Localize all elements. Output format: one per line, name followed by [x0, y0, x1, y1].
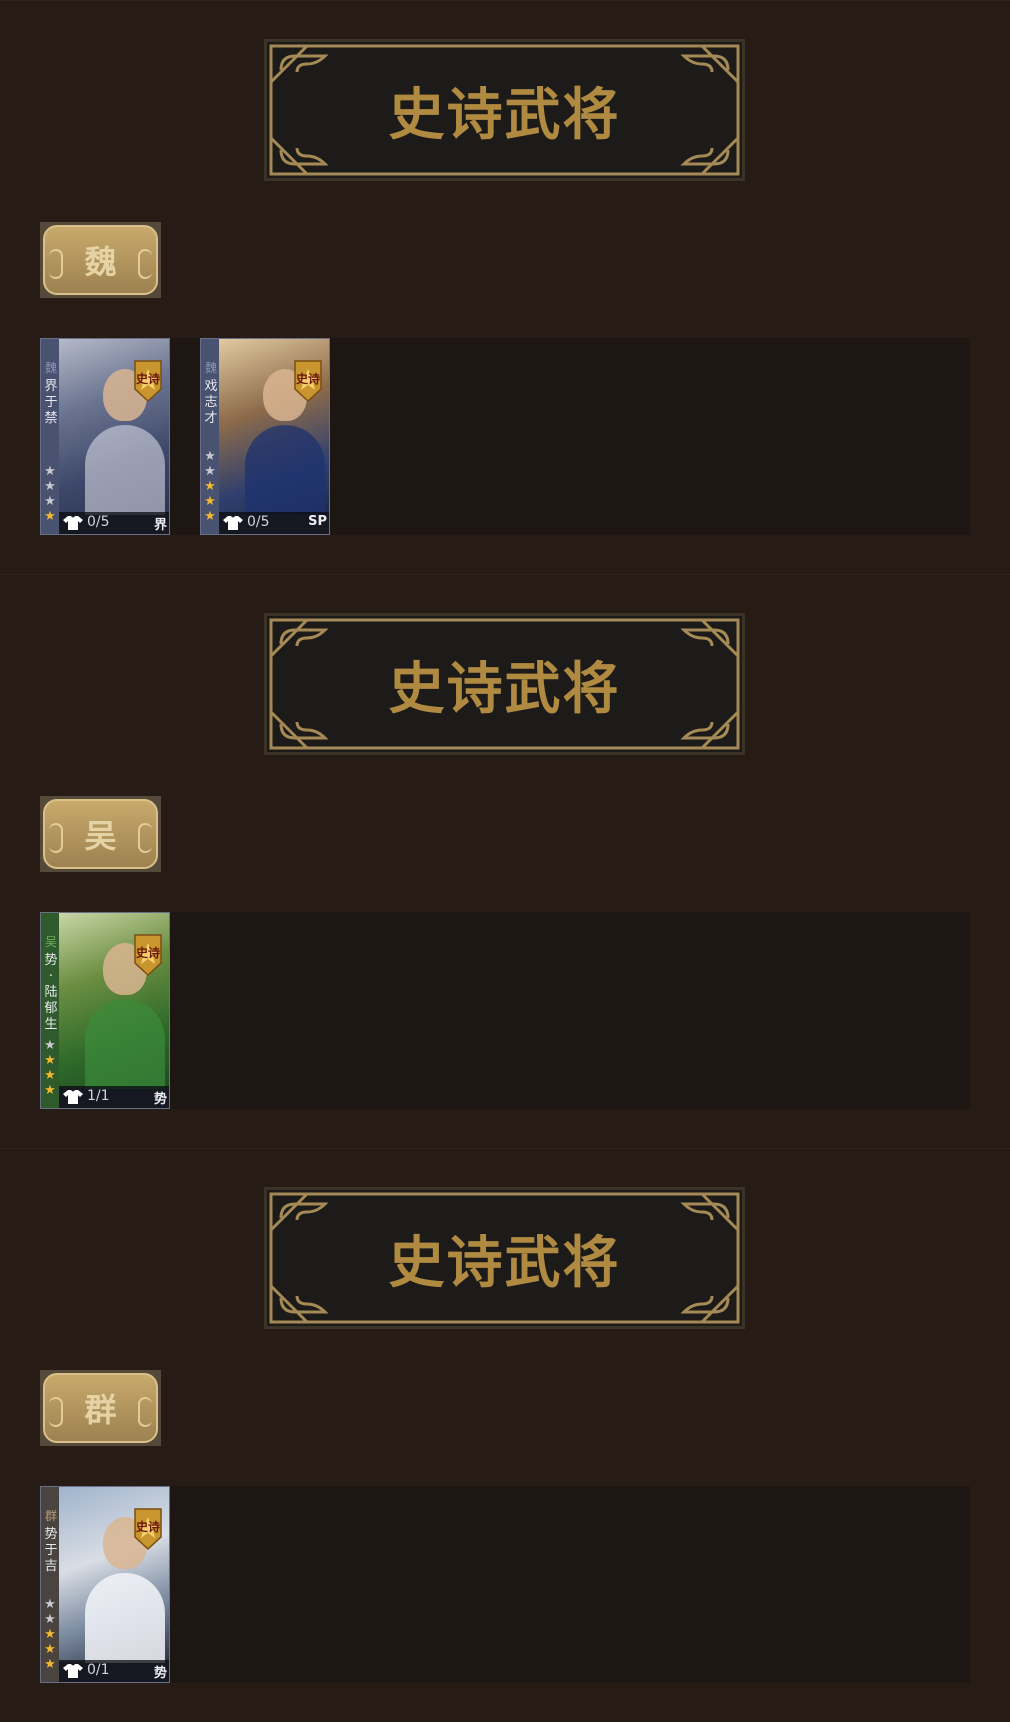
star-icon: ★ — [44, 1053, 56, 1068]
card-type: 势 — [153, 1092, 167, 1107]
card-footer: 0/1 势 — [59, 1660, 169, 1682]
card-footer: 0/5 界 — [59, 512, 169, 534]
card-type: 势 — [153, 1666, 167, 1681]
faction-tab-wei[interactable]: 魏 — [40, 222, 161, 298]
star-icon: ★ — [44, 494, 56, 509]
general-card[interactable]: 吴 势·陆郁生 ★ ★ ★ ★ 史诗 1/1 势 — [40, 912, 170, 1109]
card-faction: 吴 — [44, 935, 57, 949]
star-rating: ★ ★ ★ ★ — [42, 1038, 58, 1098]
card-footer: 1/1 势 — [59, 1086, 169, 1108]
card-faction: 魏 — [204, 361, 217, 375]
card-name: 戏志才 — [204, 379, 218, 426]
banner-title: 史诗武将 — [388, 656, 621, 722]
svg-text:史诗: 史诗 — [136, 945, 160, 960]
star-icon: ★ — [204, 449, 216, 464]
star-icon: ★ — [204, 509, 216, 524]
card-name: 势·陆郁生 — [44, 953, 58, 1032]
star-icon: ★ — [204, 479, 216, 494]
skin-icon — [223, 516, 243, 530]
star-icon: ★ — [44, 1657, 56, 1672]
epic-generals-banner: 史诗武将 — [264, 1187, 745, 1329]
star-icon: ★ — [204, 494, 216, 509]
epic-badge-icon: 史诗 — [134, 360, 162, 403]
faction-tab-qun[interactable]: 群 — [40, 1370, 161, 1446]
skin-count: 0/1 — [87, 1662, 110, 1678]
star-icon: ★ — [44, 1597, 56, 1612]
skin-icon — [63, 1090, 83, 1104]
faction-label: 吴 — [84, 817, 117, 855]
faction-label: 群 — [84, 1391, 117, 1429]
card-list: 魏 界于禁 ★ ★ ★ ★ 史诗 0/5 界 魏 戏志才 ★ ★ ★ ★ ★ 史… — [40, 338, 970, 535]
section-wu: 史诗武将 吴 吴 势·陆郁生 ★ ★ ★ ★ 史诗 1/1 势 — [0, 574, 1010, 1147]
card-faction: 魏 — [44, 361, 57, 375]
skin-icon — [63, 1664, 83, 1678]
star-icon: ★ — [44, 1627, 56, 1642]
skin-icon — [63, 516, 83, 530]
epic-generals-banner: 史诗武将 — [264, 39, 745, 181]
section-wei: 史诗武将 魏 魏 界于禁 ★ ★ ★ ★ 史诗 0/5 界 魏 戏志才 ★ ★ … — [0, 0, 1010, 573]
section-qun: 史诗武将 群 群 势于吉 ★ ★ ★ ★ ★ 史诗 0/1 势 — [0, 1148, 1010, 1721]
skin-count: 1/1 — [87, 1088, 110, 1104]
epic-badge-icon: 史诗 — [134, 1508, 162, 1551]
skin-count: 0/5 — [247, 514, 270, 530]
card-list: 吴 势·陆郁生 ★ ★ ★ ★ 史诗 1/1 势 — [40, 912, 970, 1109]
svg-text:史诗: 史诗 — [136, 371, 160, 386]
star-rating: ★ ★ ★ ★ — [42, 464, 58, 524]
banner-title: 史诗武将 — [388, 82, 621, 148]
general-card[interactable]: 魏 界于禁 ★ ★ ★ ★ 史诗 0/5 界 — [40, 338, 170, 535]
card-name: 界于禁 — [44, 379, 58, 426]
card-list: 群 势于吉 ★ ★ ★ ★ ★ 史诗 0/1 势 — [40, 1486, 970, 1683]
star-rating: ★ ★ ★ ★ ★ — [42, 1597, 58, 1672]
general-card[interactable]: 魏 戏志才 ★ ★ ★ ★ ★ 史诗 0/5 SP — [200, 338, 330, 535]
card-type: SP — [308, 514, 327, 529]
card-name: 势于吉 — [44, 1527, 58, 1574]
banner-title: 史诗武将 — [388, 1230, 621, 1296]
faction-label: 魏 — [84, 243, 117, 281]
star-icon: ★ — [44, 1642, 56, 1657]
skin-count: 0/5 — [87, 514, 110, 530]
star-rating: ★ ★ ★ ★ ★ — [202, 449, 218, 524]
star-icon: ★ — [44, 1612, 56, 1627]
card-type: 界 — [153, 518, 167, 533]
card-faction: 群 — [44, 1509, 57, 1523]
star-icon: ★ — [44, 1083, 56, 1098]
faction-tab-wu[interactable]: 吴 — [40, 796, 161, 872]
star-icon: ★ — [44, 479, 56, 494]
general-card[interactable]: 群 势于吉 ★ ★ ★ ★ ★ 史诗 0/1 势 — [40, 1486, 170, 1683]
svg-text:史诗: 史诗 — [296, 371, 320, 386]
star-icon: ★ — [44, 1038, 56, 1053]
card-footer: 0/5 SP — [219, 512, 329, 534]
epic-badge-icon: 史诗 — [294, 360, 322, 403]
star-icon: ★ — [44, 509, 56, 524]
epic-generals-banner: 史诗武将 — [264, 613, 745, 755]
svg-text:史诗: 史诗 — [136, 1519, 160, 1534]
star-icon: ★ — [44, 1068, 56, 1083]
star-icon: ★ — [44, 464, 56, 479]
star-icon: ★ — [204, 464, 216, 479]
epic-badge-icon: 史诗 — [134, 934, 162, 977]
